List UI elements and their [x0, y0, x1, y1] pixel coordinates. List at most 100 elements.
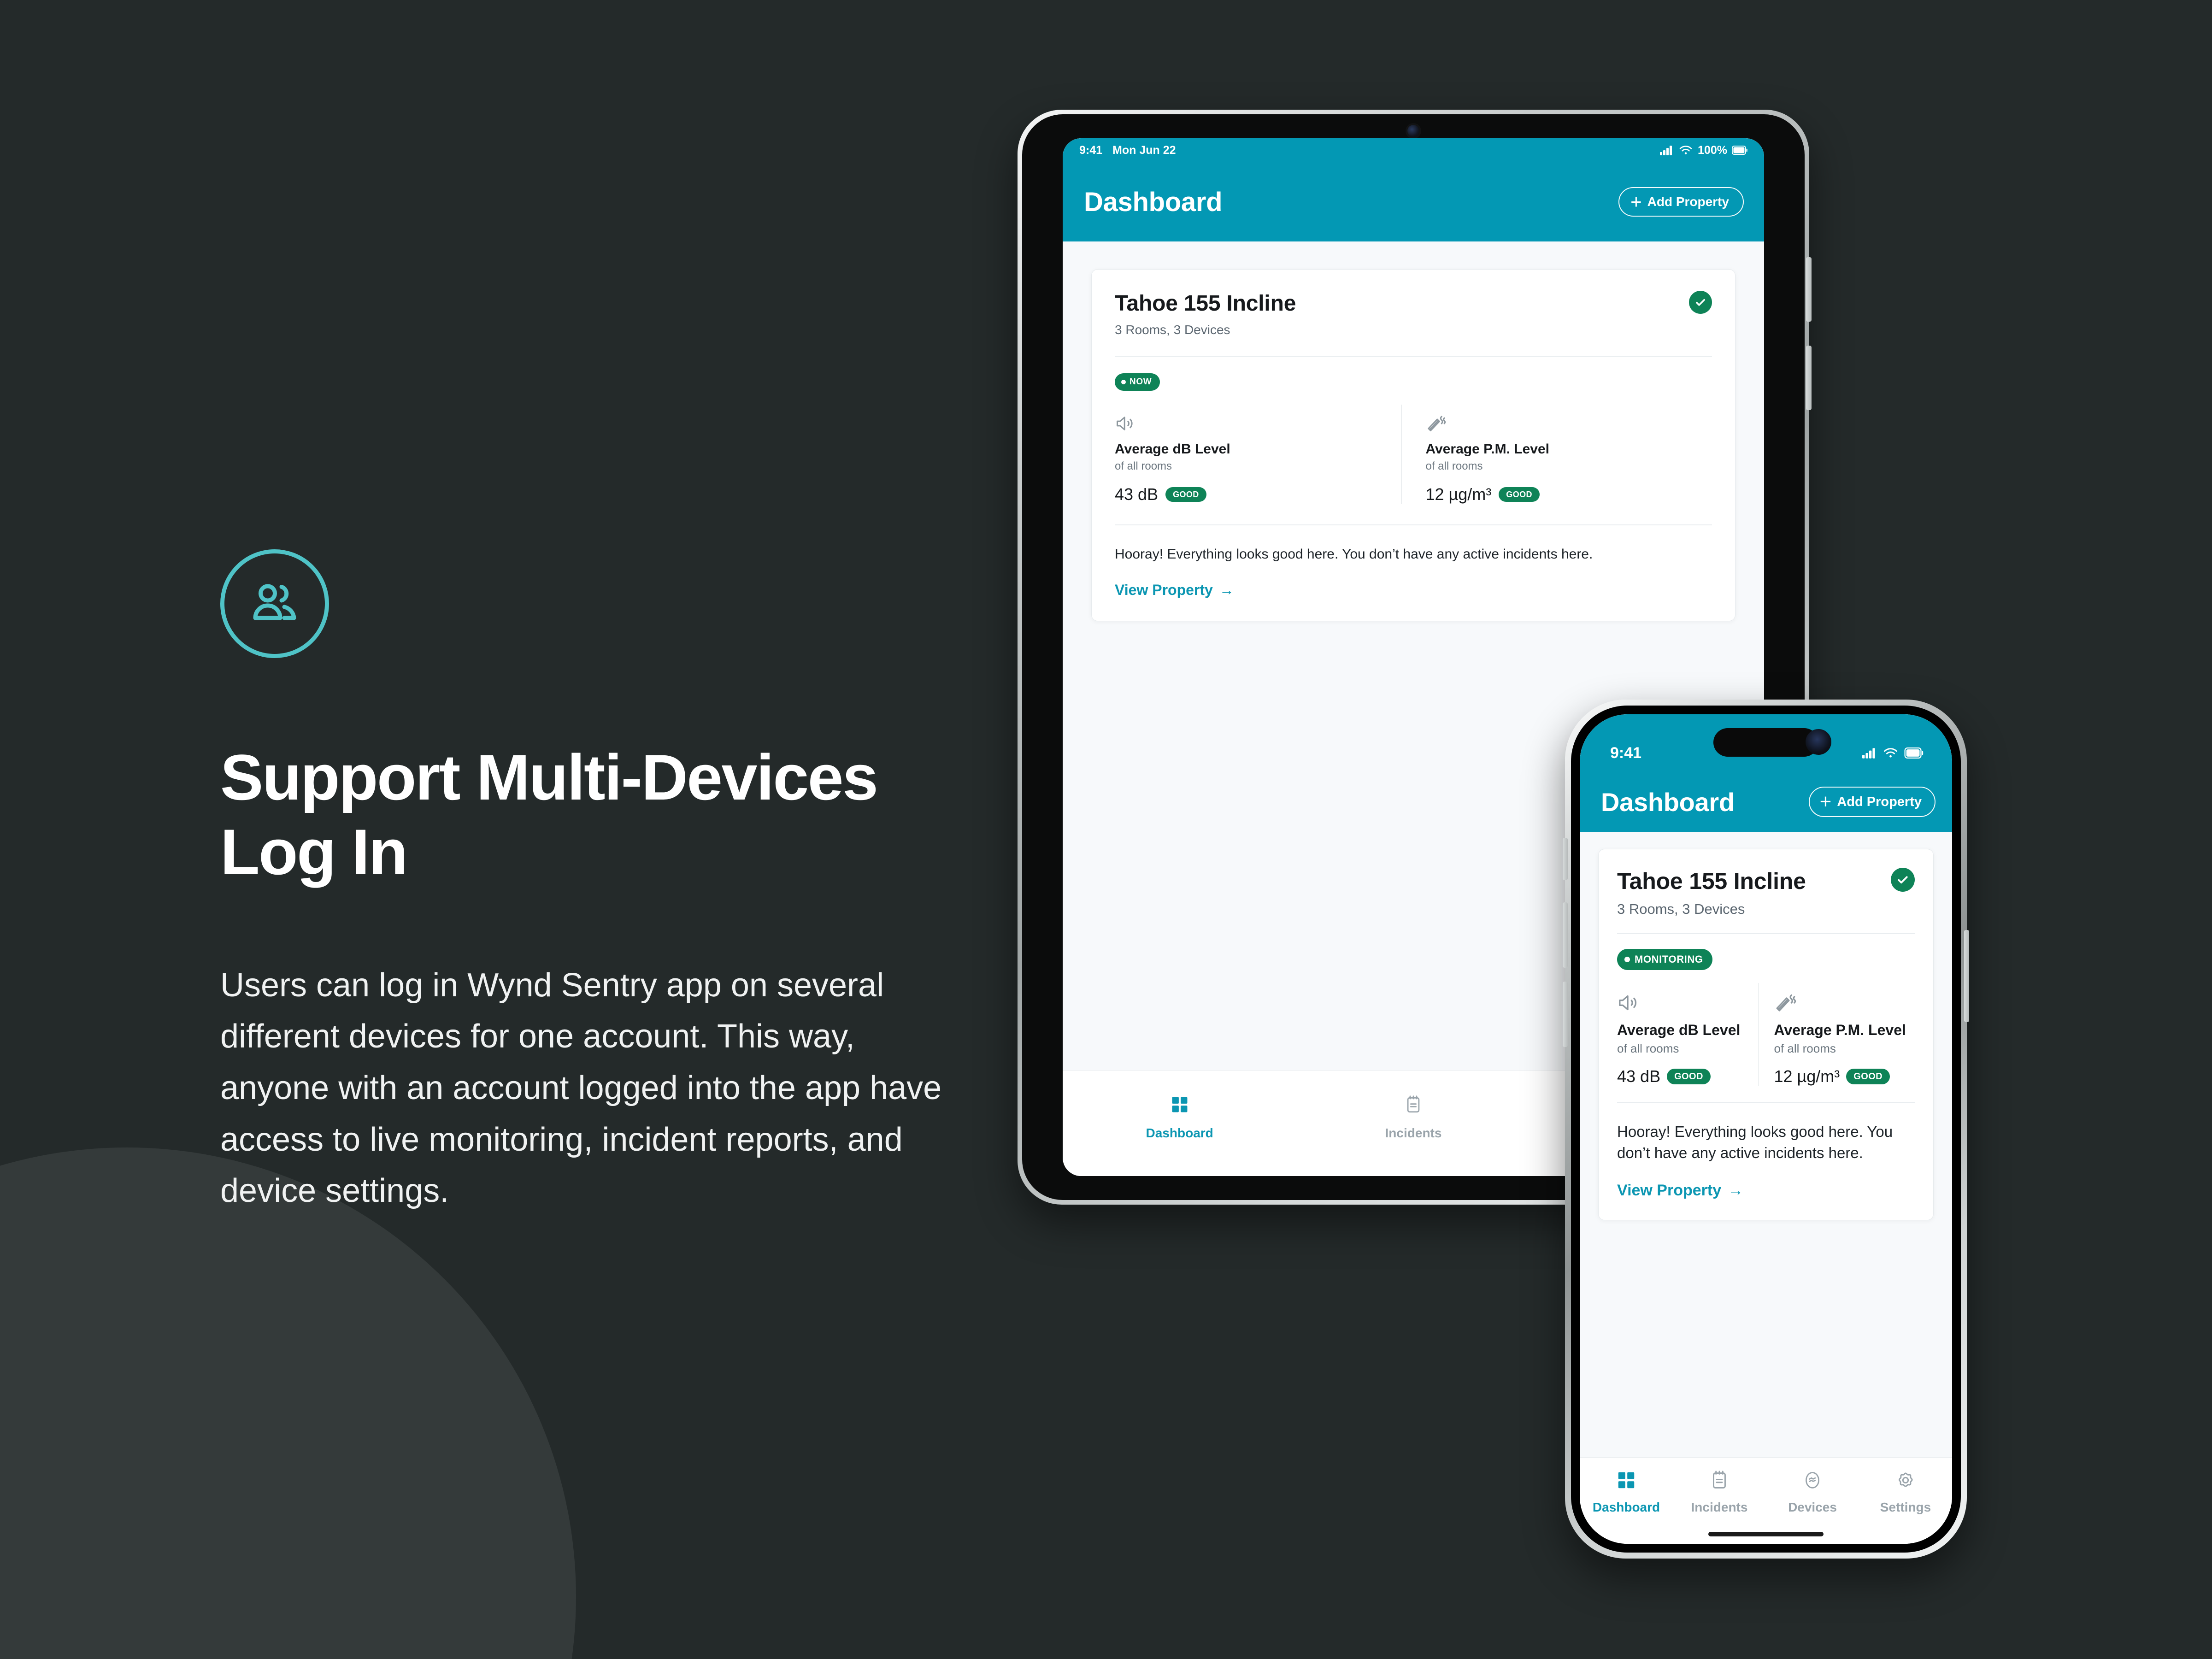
phone-app: 9:41 Dashboard + Add Property Tahoe 155 …: [1580, 714, 1952, 1544]
property-card-header: Tahoe 155 Incline 3 Rooms, 3 Devices: [1617, 868, 1915, 918]
property-card-header: Tahoe 155 Incline 3 Rooms, 3 Devices: [1115, 291, 1712, 337]
copy-block: Support Multi-Devices Log In Users can l…: [220, 549, 958, 1217]
metric-db-level: Average dB Level of all rooms 43 dB GOOD: [1115, 405, 1401, 504]
phone-content: Tahoe 155 Incline 3 Rooms, 3 Devices MON…: [1580, 832, 1952, 1457]
property-meta: 3 Rooms, 3 Devices: [1617, 901, 1745, 917]
metric-sublabel: of all rooms: [1774, 1041, 1836, 1055]
decorative-background-circle: [0, 1147, 576, 1659]
arrow-right-icon: →: [1219, 582, 1234, 598]
tab-devices[interactable]: Devices: [1766, 1458, 1859, 1524]
no-smoking-particulate-icon: [1774, 983, 1915, 1013]
add-property-button[interactable]: + Add Property: [1808, 787, 1936, 817]
card-divider-top: [1617, 933, 1915, 934]
add-property-label: Add Property: [1837, 794, 1922, 809]
metric-sublabel: of all rooms: [1425, 460, 1483, 472]
metric-pm-level: Average P.M. Level of all rooms 12 µg/m³…: [1758, 983, 1915, 1086]
metric-rating-badge: GOOD: [1165, 487, 1206, 502]
metric-rating-badge: GOOD: [1846, 1069, 1890, 1084]
phone-power-button[interactable]: [1964, 930, 1969, 1022]
metric-value: 43 dB: [1617, 1067, 1661, 1086]
status-badge-label: MONITORING: [1635, 953, 1703, 965]
status-date: Mon Jun 22: [1112, 143, 1176, 157]
tab-dashboard[interactable]: Dashboard: [1580, 1458, 1673, 1524]
appbar-title: Dashboard: [1084, 187, 1223, 217]
status-message: Hooray! Everything looks good here. You …: [1115, 547, 1593, 562]
metric-value-row: 12 µg/m³ GOOD: [1774, 1067, 1915, 1086]
phone-appbar-row: Dashboard + Add Property: [1580, 771, 1952, 832]
add-property-button[interactable]: + Add Property: [1618, 187, 1744, 217]
metric-label: Average P.M. Level: [1425, 441, 1549, 457]
metrics-row: Average dB Level of all rooms 43 dB GOOD: [1115, 405, 1712, 504]
battery-icon: [1904, 747, 1924, 759]
metric-db-level: Average dB Level of all rooms 43 dB GOOD: [1617, 983, 1758, 1086]
cellular-signal-icon: [1660, 145, 1674, 155]
plus-icon: +: [1630, 191, 1642, 212]
phone-front-camera-icon: [1806, 729, 1831, 755]
metric-value-row: 43 dB GOOD: [1115, 485, 1401, 504]
view-property-link[interactable]: View Property →: [1115, 582, 1234, 599]
property-card[interactable]: Tahoe 155 Incline 3 Rooms, 3 Devices: [1091, 269, 1735, 621]
status-dot-icon: [1121, 380, 1126, 384]
status-time: 9:41: [1610, 744, 1642, 762]
metric-value: 12 µg/m³: [1425, 485, 1492, 504]
property-meta: 3 Rooms, 3 Devices: [1115, 323, 1230, 337]
wifi-icon: [1883, 747, 1898, 759]
gear-settings-icon: [1895, 1467, 1916, 1494]
phone-screen: 9:41 Dashboard + Add Property Tahoe 155 …: [1580, 714, 1952, 1544]
tab-incidents[interactable]: Incidents: [1296, 1071, 1530, 1160]
dynamic-island: [1713, 728, 1818, 757]
tablet-volume-up-button[interactable]: [1806, 257, 1812, 322]
property-name: Tahoe 155 Incline: [1617, 868, 1806, 894]
metric-sublabel: of all rooms: [1115, 460, 1172, 472]
card-divider-bottom: [1115, 524, 1712, 525]
no-smoking-particulate-icon: [1426, 405, 1712, 433]
grid-dashboard-icon: [1170, 1091, 1189, 1118]
arrow-right-icon: →: [1728, 1182, 1744, 1200]
view-property-label: View Property: [1617, 1182, 1722, 1200]
phone-volume-down-button[interactable]: [1563, 982, 1568, 1047]
metric-value: 12 µg/m³: [1774, 1067, 1840, 1086]
view-property-label: View Property: [1115, 582, 1213, 598]
tab-label: Dashboard: [1592, 1500, 1660, 1514]
speaker-volume-icon: [1617, 983, 1758, 1013]
metric-rating-badge: GOOD: [1499, 487, 1540, 502]
tab-label: Incidents: [1385, 1125, 1442, 1140]
phone-tab-bar: Dashboard Incidents Devices Settings: [1580, 1457, 1952, 1544]
tab-label: Devices: [1788, 1500, 1837, 1514]
check-circle-icon: [1689, 291, 1712, 314]
phone-volume-up-button[interactable]: [1563, 902, 1568, 968]
users-icon: [220, 549, 329, 658]
tab-label: Incidents: [1691, 1500, 1748, 1514]
tab-dashboard[interactable]: Dashboard: [1063, 1071, 1296, 1160]
property-card[interactable]: Tahoe 155 Incline 3 Rooms, 3 Devices: [1598, 849, 1934, 1221]
tab-label: Dashboard: [1146, 1125, 1213, 1140]
tab-settings[interactable]: Settings: [1859, 1458, 1952, 1524]
metric-value-row: 43 dB GOOD: [1617, 1067, 1758, 1086]
home-indicator: [1708, 1532, 1824, 1536]
metric-value-row: 12 µg/m³ GOOD: [1426, 485, 1712, 504]
speaker-volume-icon: [1115, 405, 1401, 433]
metric-label: Average dB Level: [1617, 1022, 1741, 1038]
grid-dashboard-icon: [1616, 1467, 1636, 1494]
view-property-link[interactable]: View Property →: [1617, 1182, 1743, 1200]
tablet-appbar: 9:41 Mon Jun 22 100% Dashboard + Add Pro…: [1063, 138, 1764, 241]
metrics-row: Average dB Level of all rooms 43 dB GOOD: [1617, 983, 1915, 1086]
tablet-status-bar: 9:41 Mon Jun 22 100%: [1063, 138, 1764, 162]
tab-incidents[interactable]: Incidents: [1673, 1458, 1766, 1524]
metric-value: 43 dB: [1115, 485, 1159, 504]
plus-icon: +: [1819, 790, 1832, 813]
status-badge: NOW: [1115, 373, 1160, 391]
metric-rating-badge: GOOD: [1667, 1069, 1711, 1084]
phone-mute-switch[interactable]: [1563, 838, 1568, 880]
tablet-volume-down-button[interactable]: [1806, 346, 1812, 410]
card-divider-bottom: [1617, 1102, 1915, 1103]
check-circle-icon: [1891, 868, 1915, 892]
tablet-front-camera-icon: [1407, 125, 1419, 137]
wave-device-icon: [1803, 1467, 1822, 1494]
status-message: Hooray! Everything looks good here. You …: [1617, 1123, 1893, 1161]
slide-canvas: Support Multi-Devices Log In Users can l…: [0, 0, 2212, 1659]
status-dot-icon: [1624, 957, 1630, 962]
wifi-icon: [1679, 145, 1692, 155]
battery-percent-label: 100%: [1698, 143, 1727, 157]
page-description: Users can log in Wynd Sentry app on seve…: [220, 966, 942, 1210]
